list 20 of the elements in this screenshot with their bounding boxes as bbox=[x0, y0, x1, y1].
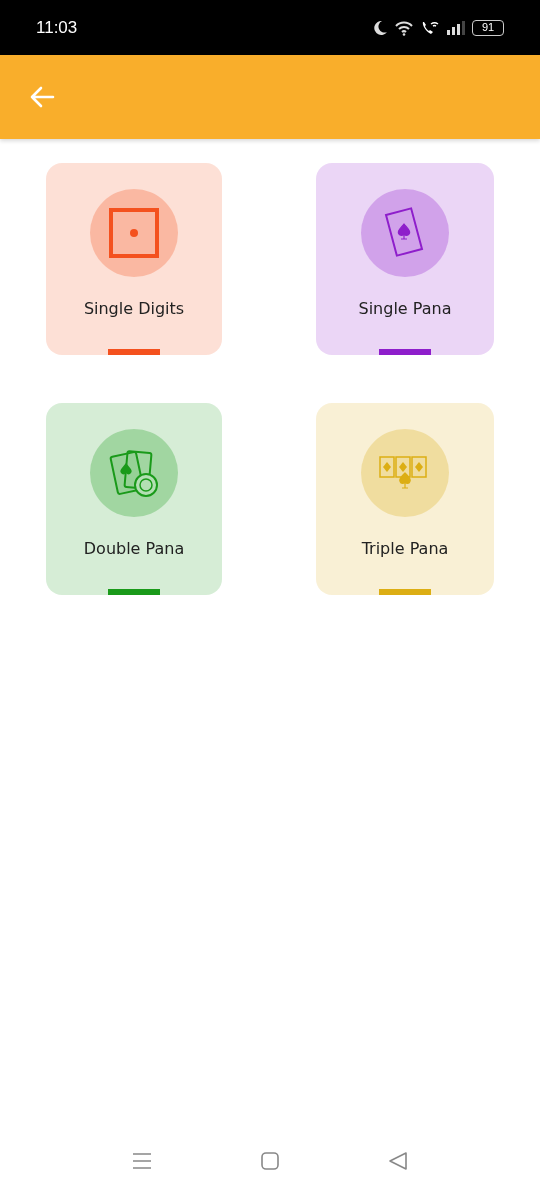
card-label: Double Pana bbox=[83, 539, 185, 558]
game-card[interactable]: Double Pana bbox=[46, 403, 222, 595]
card-label: Single Digits bbox=[83, 299, 185, 318]
card-label: Single Pana bbox=[358, 299, 452, 318]
clock: 11:03 bbox=[36, 17, 78, 38]
menu-icon[interactable] bbox=[132, 1152, 152, 1170]
game-card[interactable]: Triple Pana bbox=[316, 403, 494, 595]
back-arrow-icon[interactable] bbox=[29, 85, 55, 109]
home-icon[interactable] bbox=[260, 1151, 280, 1171]
wifi-call-icon bbox=[420, 19, 440, 36]
spade-card-icon bbox=[384, 206, 426, 260]
dice-icon bbox=[108, 207, 160, 259]
back-icon[interactable] bbox=[388, 1151, 408, 1171]
moon-icon bbox=[372, 19, 388, 36]
card-label: Triple Pana bbox=[361, 539, 449, 558]
game-card[interactable]: Single Digits bbox=[46, 163, 222, 355]
game-card[interactable]: Single Pana bbox=[316, 163, 494, 355]
wifi-icon bbox=[394, 19, 414, 36]
battery-icon: 91 bbox=[472, 19, 504, 36]
signal-icon bbox=[446, 19, 466, 36]
